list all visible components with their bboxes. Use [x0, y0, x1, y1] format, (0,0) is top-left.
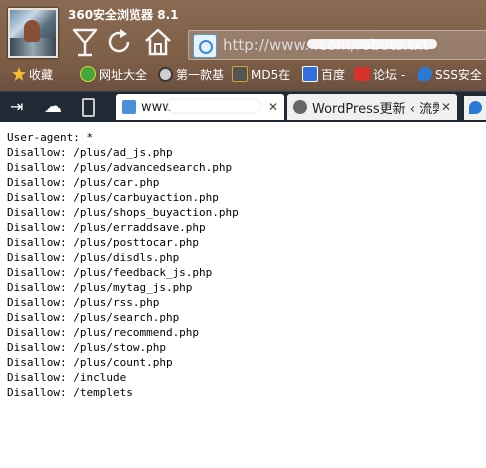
refresh-icon[interactable] [104, 26, 134, 58]
s-logo-icon [418, 67, 432, 81]
bookmark-label: 论坛 - [373, 67, 406, 82]
avatar-figure [24, 20, 40, 42]
bookmark-site-directory[interactable]: 网址大全 [80, 64, 147, 84]
user-avatar[interactable] [8, 8, 58, 58]
robots-line: Disallow: /plus/mytag_js.php [7, 281, 193, 294]
cocktail-icon[interactable] [70, 26, 100, 58]
phone-icon[interactable] [82, 98, 95, 117]
url-redaction [307, 39, 437, 49]
robots-line: Disallow: /plus/stow.php [7, 341, 166, 354]
bookmark-favorites[interactable]: 收藏 [12, 64, 53, 84]
s-logo-icon [469, 101, 482, 114]
robots-line: Disallow: /plus/search.php [7, 311, 180, 324]
robots-line: Disallow: /plus/feedback_js.php [7, 266, 213, 279]
bookmark-label: SSS安全 [435, 67, 482, 82]
tab-overflow[interactable] [464, 96, 486, 120]
robots-line: Disallow: /plus/disdls.php [7, 251, 180, 264]
bookmark-first-kit[interactable]: 第一款基 [158, 64, 224, 84]
bookmark-baidu[interactable]: 百度 [302, 64, 345, 84]
bookmark-label: 网址大全 [99, 67, 148, 82]
robots-line: Disallow: /plus/erraddsave.php [7, 221, 206, 234]
tab-label: WordPress更新 ‹ 流弊 [312, 101, 439, 117]
robots-txt-content: User-agent: * Disallow: /plus/ad_js.php Di… [7, 130, 482, 400]
page-favicon-icon [122, 100, 136, 114]
home-icon[interactable] [143, 26, 173, 58]
robots-line: Disallow: /plus/posttocar.php [7, 236, 200, 249]
robots-line: Disallow: /include [7, 371, 127, 384]
close-icon[interactable]: ✕ [439, 100, 453, 114]
close-icon[interactable]: ✕ [266, 100, 280, 114]
browser-chrome: 360安全浏览器 8.1 http://www. .com/robots.txt… [0, 0, 486, 122]
sidebar-toggle-icon[interactable]: ⇥ [10, 98, 23, 116]
robots-line: Disallow: /templets [7, 386, 133, 399]
security-shield-icon[interactable] [193, 34, 217, 58]
tab-title-redaction [168, 100, 260, 112]
bookmark-label: 收藏 [29, 67, 54, 82]
tab-robots-txt[interactable]: www. ✕ [116, 94, 284, 120]
star-icon [12, 67, 26, 81]
robots-line: Disallow: /plus/carbuyaction.php [7, 191, 219, 204]
bookmark-forum[interactable]: 论坛 - [354, 64, 405, 84]
robots-line: Disallow: /plus/rss.php [7, 296, 160, 309]
md5-icon [232, 66, 248, 82]
bookmark-md5[interactable]: MD5在 [232, 64, 290, 84]
robots-line: Disallow: /plus/car.php [7, 176, 160, 189]
robots-line: Disallow: /plus/ad_js.php [7, 146, 173, 159]
window-title: 360安全浏览器 8.1 [68, 8, 179, 22]
slc-icon [354, 67, 370, 81]
robots-line: Disallow: /plus/shops_buyaction.php [7, 206, 239, 219]
plus-circle-icon [80, 66, 96, 82]
cloud-icon[interactable]: ☁ [44, 98, 62, 116]
tab-wordpress-update[interactable]: WordPress更新 ‹ 流弊 ✕ [287, 94, 457, 120]
bookmark-label: MD5在 [251, 67, 291, 82]
wordpress-favicon-icon [293, 100, 307, 114]
tab-strip: ⇥ ☁ www. ✕ WordPress更新 ‹ 流弊 ✕ [0, 92, 486, 122]
robots-line: Disallow: /plus/advancedsearch.php [7, 161, 233, 174]
robots-line: User-agent: * [7, 131, 94, 144]
robots-line: Disallow: /plus/recommend.php [7, 326, 200, 339]
robots-line: Disallow: /plus/count.php [7, 356, 173, 369]
address-bar[interactable]: http://www. .com/robots.txt [188, 30, 486, 60]
bookmark-label: 百度 [321, 67, 346, 82]
bookmark-label: 第一款基 [176, 67, 225, 82]
search-icon [158, 66, 173, 82]
bookmark-sss-security[interactable]: SSS安全 [418, 64, 482, 84]
baidu-paw-icon [302, 66, 318, 82]
